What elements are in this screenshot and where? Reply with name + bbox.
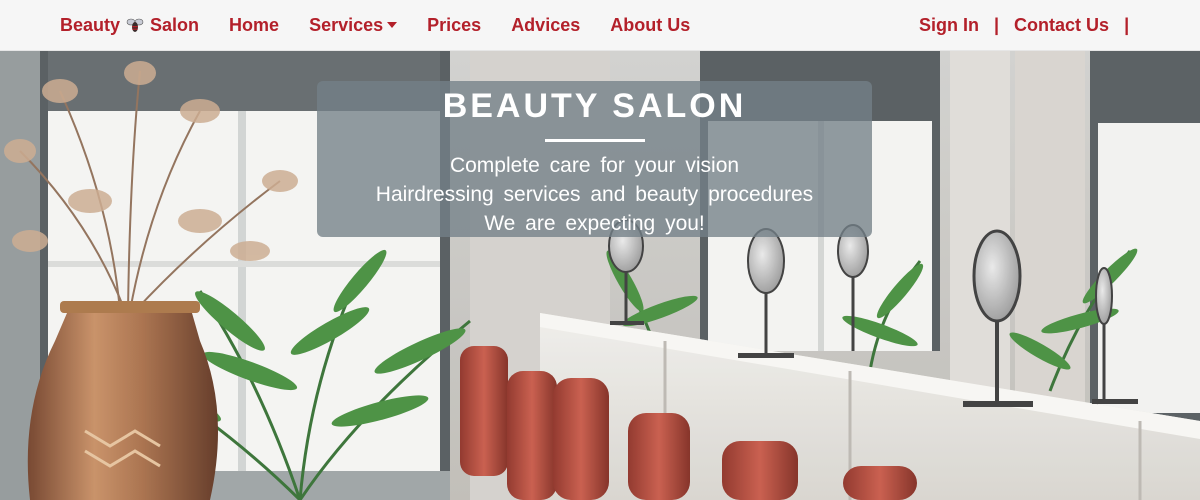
brand-link[interactable]: Beauty Salon	[60, 15, 199, 36]
nav-about-us[interactable]: About Us	[610, 15, 690, 36]
top-navbar: Beauty Salon Home Services Prices Advice…	[0, 0, 1200, 51]
nav-right-group: Sign In | Contact Us |	[919, 0, 1129, 51]
hero-title: BEAUTY SALON	[442, 87, 747, 125]
hero-tagline-2: Hairdressing services and beauty procedu…	[375, 183, 814, 206]
brand-name-right: Salon	[150, 14, 200, 35]
nav-services[interactable]: Services	[309, 14, 398, 36]
title-divider	[544, 139, 645, 142]
nav-prices[interactable]: Prices	[427, 15, 481, 36]
hero-tagline-3: We are expecting you!	[484, 212, 705, 235]
nav-services-label: Services	[309, 14, 384, 35]
hero-caption: BEAUTY SALON Complete care for your visi…	[317, 81, 872, 237]
bee-icon	[126, 18, 144, 32]
contact-us-link[interactable]: Contact Us	[1014, 15, 1109, 36]
hero-tagline-1: Complete care for your vision	[449, 154, 740, 177]
nav-home[interactable]: Home	[229, 15, 279, 36]
nav-left-group: Beauty Salon Home Services Prices Advice…	[60, 15, 690, 36]
hero-banner: BEAUTY SALON Complete care for your visi…	[0, 51, 1200, 500]
nav-separator: |	[1124, 15, 1130, 35]
chevron-down-icon	[387, 21, 398, 28]
nav-separator: |	[994, 15, 1000, 35]
brand-name-left: Beauty	[60, 14, 121, 35]
nav-advices[interactable]: Advices	[511, 15, 580, 36]
sign-in-link[interactable]: Sign In	[919, 15, 979, 36]
